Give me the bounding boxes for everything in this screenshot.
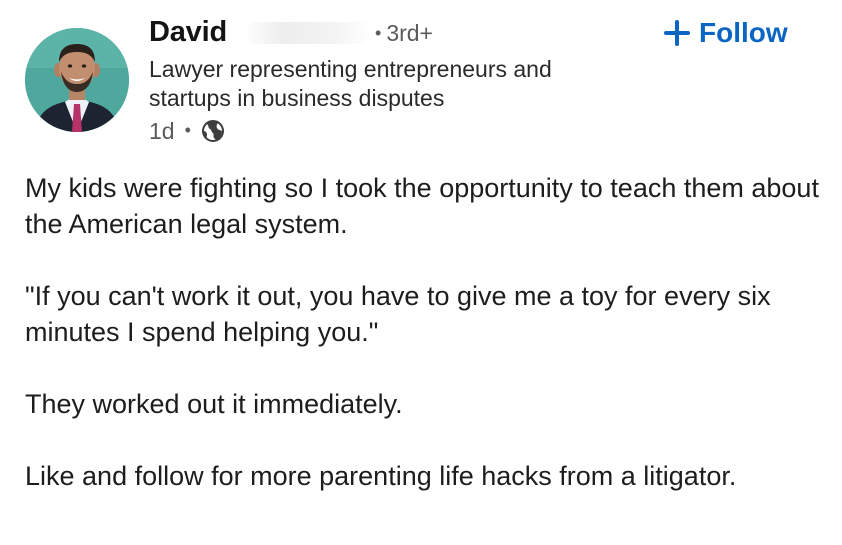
post-paragraph: "If you can't work it out, you have to g… [25, 281, 771, 347]
post-paragraph: They worked out it immediately. [25, 389, 403, 419]
post-meta: 1d • [149, 116, 225, 146]
linkedin-post: David • 3rd+ Follow Lawyer representing e… [0, 0, 842, 545]
post-body: My kids were fighting so I took the oppo… [25, 170, 825, 494]
meta-separator: • [184, 120, 191, 140]
author-headline-line-1: Lawyer representing entrepreneurs and [149, 56, 552, 82]
author-name[interactable]: David [149, 12, 227, 52]
connection-degree: • 3rd+ [375, 18, 433, 50]
redacted-surname [247, 22, 369, 44]
plus-icon [664, 20, 690, 46]
connection-degree-label: 3rd+ [386, 20, 433, 46]
avatar-photo [25, 28, 129, 132]
author-headline: Lawyer representing entrepreneurs and st… [149, 55, 669, 113]
post-time[interactable]: 1d [149, 116, 175, 146]
degree-separator: • [375, 23, 382, 43]
post-paragraph: My kids were fighting so I took the oppo… [25, 173, 819, 239]
follow-button-label: Follow [699, 17, 788, 48]
author-avatar[interactable] [25, 28, 129, 132]
author-headline-line-2: startups in business disputes [149, 85, 445, 111]
post-paragraph: Like and follow for more parenting life … [25, 461, 737, 491]
globe-icon [201, 119, 225, 143]
follow-button[interactable]: Follow [664, 15, 788, 51]
